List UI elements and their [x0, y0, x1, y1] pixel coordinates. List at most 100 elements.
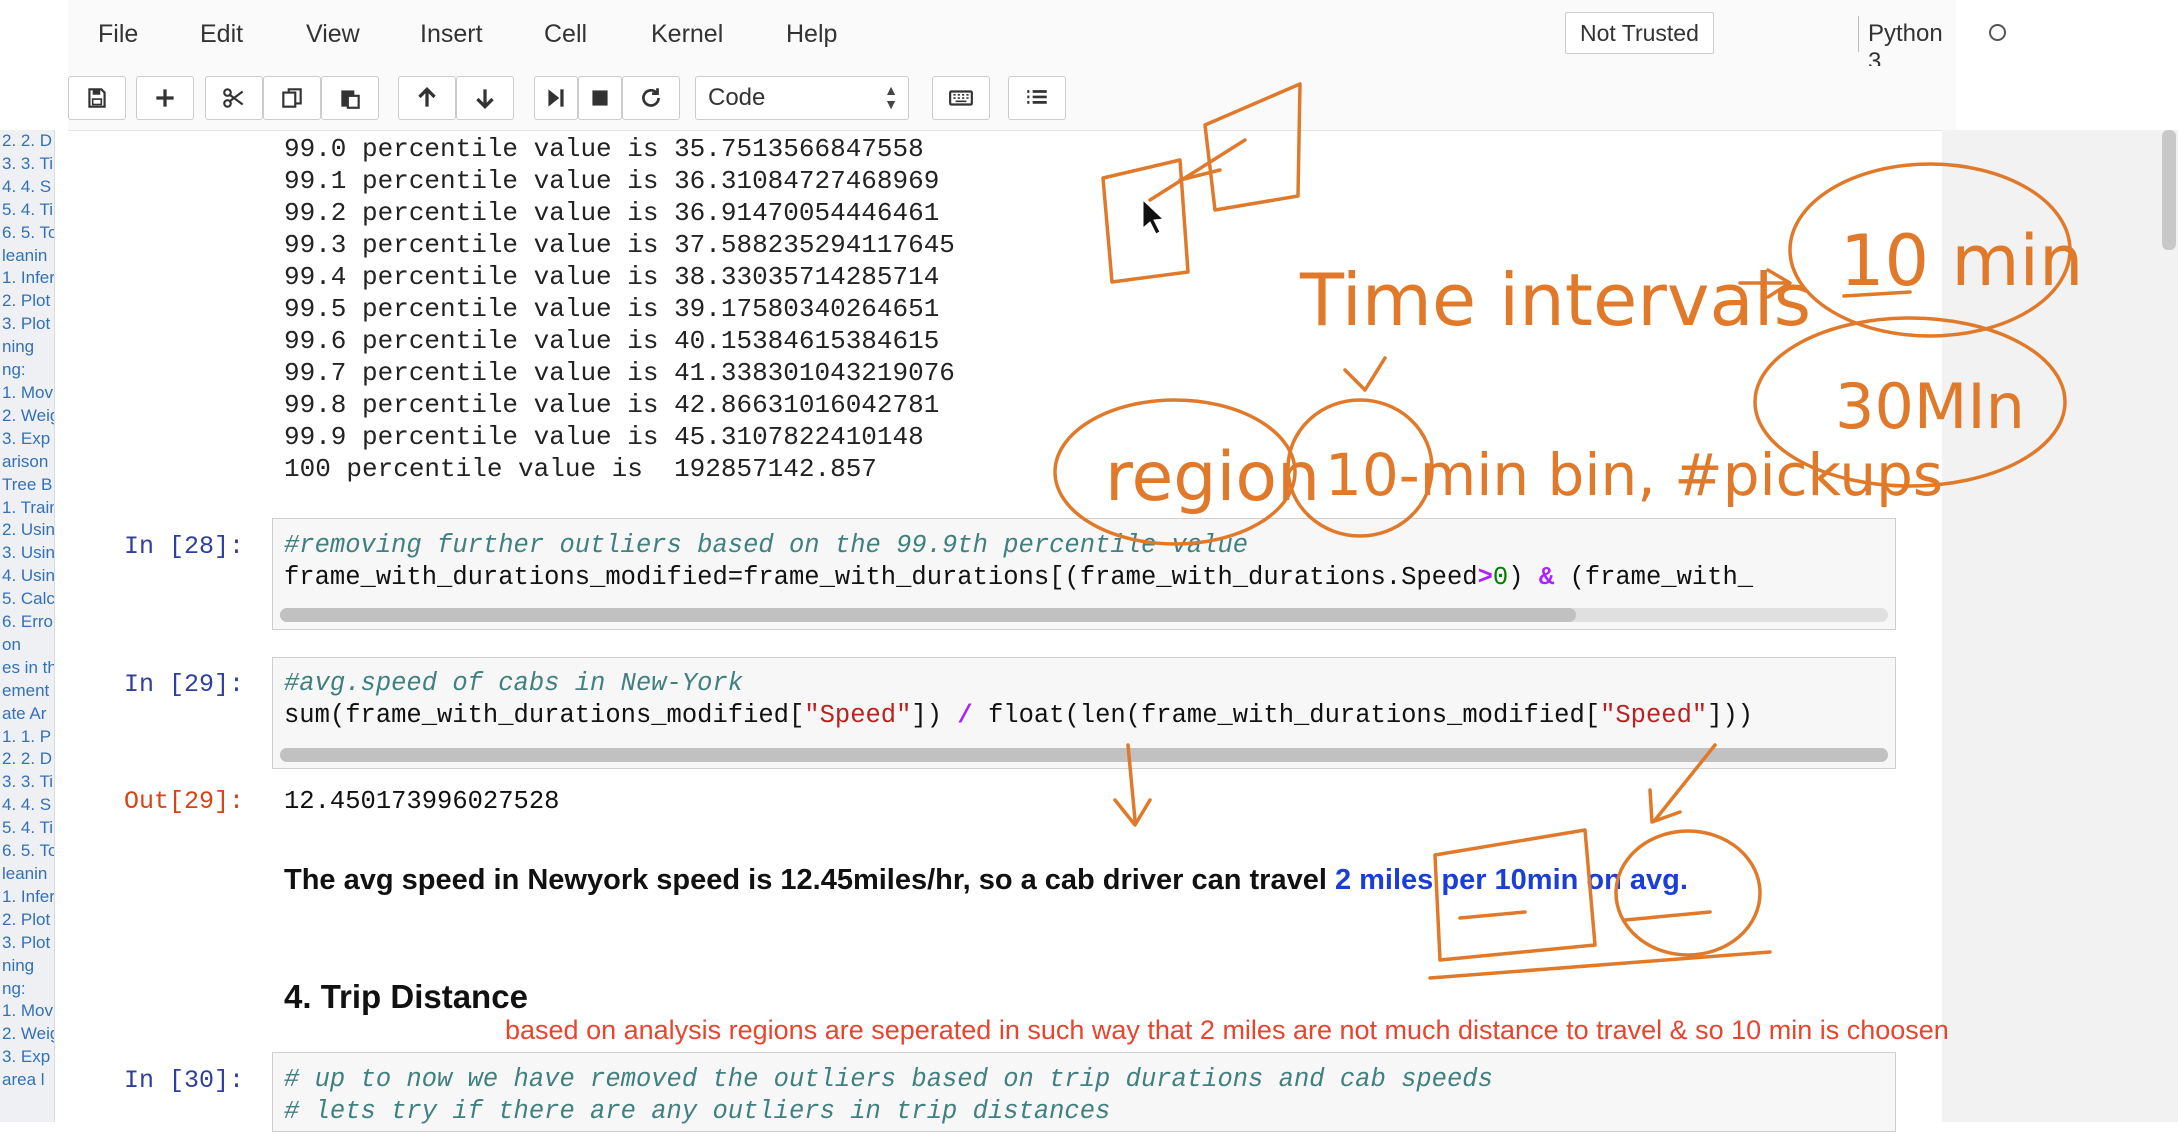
move-up-button[interactable] — [398, 76, 456, 120]
arrow-down-icon — [476, 89, 494, 109]
cell-29-prompt: In [29]: — [124, 670, 245, 699]
toc-item[interactable]: 2. 2. D — [0, 748, 54, 771]
sketch-cell-left — [1101, 158, 1190, 284]
cell-29-code: sum(frame_with_durations_modified["Speed… — [284, 701, 1754, 730]
percentile-line: 99.4 percentile value is 38.330357142857… — [284, 262, 940, 292]
toc-item[interactable]: 3. Exp — [0, 428, 54, 451]
percentile-line: 99.7 percentile value is 41.338301043219… — [284, 358, 955, 388]
toc-item[interactable]: 1. Mov — [0, 1000, 54, 1023]
toc-item[interactable]: on — [0, 634, 54, 657]
run-button[interactable] — [534, 76, 578, 120]
analysis-annotation: based on analysis regions are seperated … — [505, 1015, 1949, 1045]
toc-item[interactable]: 6. 5. To — [0, 222, 54, 245]
cell-29-comment: #avg.speed of cabs in New-York — [284, 669, 744, 698]
paste-button[interactable] — [321, 76, 379, 120]
insert-cell-button[interactable] — [136, 76, 194, 120]
plus-icon — [156, 89, 174, 107]
toc-sidebar: 2. 2. D 3. 3. Ti 4. 4. S 5. 4. Ti 6. 5. To le… — [0, 130, 55, 1122]
menu-file[interactable]: File — [98, 20, 138, 49]
toc-item[interactable]: 5. 4. Ti — [0, 817, 54, 840]
copy-button[interactable] — [263, 76, 321, 120]
menu-insert[interactable]: Insert — [420, 20, 483, 49]
move-down-button[interactable] — [456, 76, 514, 120]
toc-item[interactable]: ate Ar — [0, 703, 54, 726]
cell-28-prompt: In [28]: — [124, 532, 245, 561]
toc-item[interactable]: 4. 4. S — [0, 794, 54, 817]
toc-item[interactable]: leanin — [0, 863, 54, 886]
out-29-value: 12.450173996027528 — [284, 787, 560, 816]
toc-item[interactable]: 5. 4. Ti — [0, 199, 54, 222]
toc-item[interactable]: 2. Plot — [0, 290, 54, 313]
stop-icon — [592, 90, 608, 106]
restart-button[interactable] — [622, 76, 680, 120]
toc-item[interactable]: 4. 4. S — [0, 176, 54, 199]
toc-item[interactable]: 2. 2. D — [0, 130, 54, 153]
toc-item[interactable]: ning — [0, 955, 54, 978]
cell-29-scrollbar-thumb[interactable] — [280, 748, 1888, 762]
underline-2-miles — [1458, 910, 1527, 920]
toc-item[interactable]: 5. Calc — [0, 588, 54, 611]
menu-view[interactable]: View — [306, 20, 360, 49]
percentile-line: 99.2 percentile value is 36.914700544464… — [284, 198, 940, 228]
toc-item[interactable]: 2. Plot — [0, 909, 54, 932]
toc-item[interactable]: ement — [0, 680, 54, 703]
save-icon — [88, 88, 106, 108]
toc-item[interactable]: 3. Exp — [0, 1046, 54, 1069]
command-palette-button[interactable] — [932, 76, 990, 120]
menu-kernel[interactable]: Kernel — [651, 20, 723, 49]
cell-30-comment-1: # up to now we have removed the outliers… — [284, 1065, 1493, 1094]
cell-type-value: Code — [708, 84, 766, 111]
toc-toggle-button[interactable] — [1008, 76, 1066, 120]
out-29-prompt: Out[29]: — [124, 787, 245, 816]
underline-10min-text — [1623, 910, 1712, 922]
toc-item[interactable]: arison l — [0, 451, 54, 474]
toc-item[interactable]: 2. Weig — [0, 1023, 54, 1046]
page-scroll-area — [1942, 130, 2178, 1122]
toc-item[interactable]: ng: — [0, 359, 54, 382]
restart-icon — [642, 88, 660, 107]
step-forward-icon — [548, 89, 564, 107]
toc-item[interactable]: 3. Plot — [0, 313, 54, 336]
cut-button[interactable] — [205, 76, 263, 120]
save-button[interactable] — [68, 76, 126, 120]
toc-item[interactable]: 2. Weig — [0, 405, 54, 428]
cell-28-scrollbar-thumb[interactable] — [280, 608, 1576, 622]
cell-28-code: frame_with_durations_modified=frame_with… — [284, 563, 1754, 592]
interrupt-button[interactable] — [578, 76, 622, 120]
not-trusted-badge[interactable]: Not Trusted — [1565, 12, 1714, 54]
toc-item[interactable]: area l — [0, 1069, 54, 1092]
page-scrollbar-thumb[interactable] — [2162, 130, 2176, 250]
toc-item[interactable]: 1. 1. P — [0, 726, 54, 749]
paste-icon — [341, 90, 360, 109]
ink-region: region — [1105, 438, 1320, 517]
toc-item[interactable]: 6. Erro — [0, 611, 54, 634]
toc-item[interactable]: 3. Plot — [0, 932, 54, 955]
menu-help[interactable]: Help — [786, 20, 837, 49]
toc-item[interactable]: Tree B — [0, 474, 54, 497]
toc-item[interactable]: 2. Usin — [0, 519, 54, 542]
toc-item[interactable]: ning — [0, 336, 54, 359]
toc-item[interactable]: 3. Usin — [0, 542, 54, 565]
toc-item[interactable]: 1. Train — [0, 497, 54, 520]
toc-item[interactable]: 4. Usin — [0, 565, 54, 588]
trip-distance-heading: 4. Trip Distance — [284, 978, 528, 1015]
copy-icon — [282, 88, 302, 108]
toc-item[interactable]: 3. 3. Ti — [0, 153, 54, 176]
underline-10-min — [1842, 290, 1912, 298]
toc-item[interactable]: leanin — [0, 245, 54, 268]
toc-item[interactable]: 1. Infer — [0, 267, 54, 290]
toc-item[interactable]: 3. 3. Ti — [0, 771, 54, 794]
menu-cell[interactable]: Cell — [544, 20, 587, 49]
toc-item[interactable]: 6. 5. To — [0, 840, 54, 863]
toc-item[interactable]: 1. Infer — [0, 886, 54, 909]
underline-long — [1428, 950, 1772, 980]
menu-edit[interactable]: Edit — [200, 20, 243, 49]
sketch-link — [1148, 138, 1247, 202]
arrow-to-10min — [1738, 268, 1792, 299]
cell-type-select[interactable]: Code ▲ ▼ — [695, 76, 909, 120]
toc-item[interactable]: ng: — [0, 978, 54, 1001]
avg-speed-sentence: The avg speed in Newyork speed is 12.45m… — [284, 864, 1688, 896]
toc-item[interactable]: 1. Mov — [0, 382, 54, 405]
toc-item[interactable]: es in th — [0, 657, 54, 680]
ink-time-intervals: Time intervals — [1299, 258, 1811, 342]
